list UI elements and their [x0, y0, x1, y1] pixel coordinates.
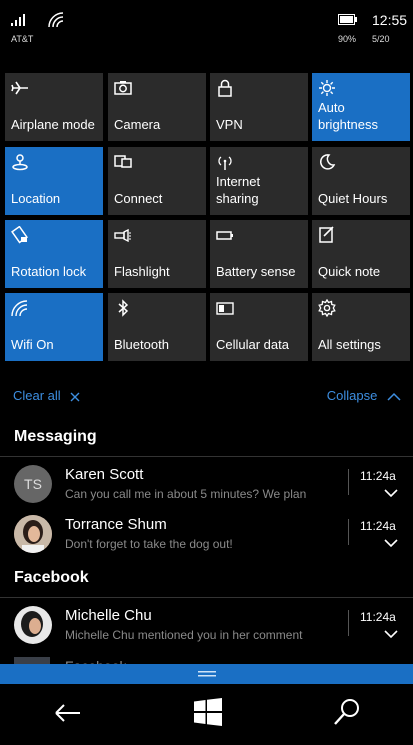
signal-icon: [11, 14, 25, 26]
notification-message: Don't forget to take the dog out!: [65, 537, 233, 551]
chevron-down-icon[interactable]: [384, 489, 398, 498]
tile-camera[interactable]: Camera: [108, 73, 206, 141]
gear-icon: [318, 299, 336, 317]
note-icon: [319, 226, 334, 243]
tile-airplane-mode[interactable]: Airplane mode: [5, 73, 103, 141]
notification-sender: Michelle Chu: [65, 607, 152, 624]
tile-label: Rotation lock: [11, 264, 87, 279]
battery-percent: 90%: [338, 34, 357, 44]
divider: [348, 519, 349, 545]
notification-sender: Torrance Shum: [65, 516, 167, 533]
tile-label: Bluetooth: [114, 337, 169, 352]
tile-label: Internet sharing: [216, 174, 261, 206]
tile-label: Flashlight: [114, 264, 170, 279]
tile-label: Quiet Hours: [318, 191, 388, 206]
close-icon: [70, 392, 80, 402]
notification-time: 11:24a: [360, 519, 396, 533]
grip-icon: [198, 671, 216, 677]
notification-item[interactable]: Torrance Shum Don't forget to take the d…: [0, 509, 413, 559]
bluetooth-icon: [118, 299, 129, 317]
tile-rotation-lock[interactable]: Rotation lock: [5, 220, 103, 288]
tile-battery-sense[interactable]: Battery sense: [210, 220, 308, 288]
avatar: TS: [14, 465, 52, 503]
tile-bluetooth[interactable]: Bluetooth: [108, 293, 206, 361]
action-center-drag-handle[interactable]: [0, 664, 413, 684]
collapse-button[interactable]: Collapse: [327, 388, 401, 403]
chevron-up-icon: [387, 393, 401, 401]
chevron-down-icon[interactable]: [384, 630, 398, 639]
search-icon[interactable]: [332, 697, 362, 727]
tile-label: Cellular data: [216, 337, 289, 352]
notification-message: Can you call me in about 5 minutes? We p…: [65, 487, 307, 501]
camera-icon: [114, 81, 132, 95]
windows-logo-icon[interactable]: [193, 697, 223, 727]
tile-label: Connect: [114, 191, 163, 206]
tile-label: All settings: [318, 337, 381, 352]
tile-label: Auto brightness: [318, 100, 378, 132]
sun-icon: [319, 80, 335, 96]
tile-connect[interactable]: Connect: [108, 147, 206, 215]
carrier-label: AT&T: [11, 34, 34, 44]
avatar: [14, 606, 52, 644]
divider: [0, 456, 413, 457]
group-title-messaging: Messaging: [14, 428, 97, 445]
connect-icon: [114, 155, 132, 168]
tile-location[interactable]: Location: [5, 147, 103, 215]
notification-time: 11:24a: [360, 610, 396, 624]
battery-icon: [216, 231, 233, 240]
notification-time: 11:24a: [360, 469, 396, 483]
tile-label: Location: [11, 191, 61, 206]
divider: [0, 597, 413, 598]
tile-wifi[interactable]: Wifi On: [5, 293, 103, 361]
notification-message: Michelle Chu mentioned you in her commen…: [65, 628, 303, 642]
tile-all-settings[interactable]: All settings: [312, 293, 410, 361]
tile-internet-sharing[interactable]: Internet sharing: [210, 147, 308, 215]
flashlight-icon: [114, 228, 131, 243]
moon-icon: [319, 154, 336, 170]
action-center-controls: Clear all Collapse: [0, 388, 413, 408]
tile-label: Airplane mode: [11, 117, 95, 132]
avatar-photo: [14, 515, 52, 553]
status-bar: AT&T 12:55 90% 5/20: [0, 0, 413, 60]
hotspot-icon: [218, 156, 232, 170]
battery-icon: [338, 14, 357, 25]
navigation-bar: [0, 684, 413, 745]
notification-item[interactable]: Michelle Chu Michelle Chu mentioned you …: [0, 600, 413, 650]
wifi-icon: [11, 300, 28, 317]
notification-sender: Karen Scott: [65, 466, 144, 483]
clear-all-button[interactable]: Clear all: [13, 388, 80, 403]
notification-item[interactable]: TS Karen Scott Can you call me in about …: [0, 459, 413, 509]
collapse-label: Collapse: [326, 388, 378, 403]
avatar: [14, 515, 52, 553]
tile-cellular-data[interactable]: Cellular data: [210, 293, 308, 361]
tile-flashlight[interactable]: Flashlight: [108, 220, 206, 288]
tile-label: VPN: [216, 117, 243, 132]
rotation-icon: [11, 226, 28, 244]
tile-label: Quick note: [318, 264, 381, 279]
group-title-facebook: Facebook: [14, 569, 89, 586]
tile-vpn[interactable]: VPN: [210, 73, 308, 141]
tile-label: Camera: [114, 117, 161, 132]
avatar-photo: [14, 606, 52, 644]
tile-label: Battery sense: [216, 264, 296, 279]
lock-icon: [218, 79, 232, 97]
location-icon: [12, 154, 28, 171]
chevron-down-icon[interactable]: [384, 539, 398, 548]
clock: 12:55: [372, 12, 408, 28]
back-arrow-icon[interactable]: [52, 697, 84, 729]
tile-auto-brightness[interactable]: Auto brightness: [312, 73, 410, 141]
tile-label: Wifi On: [11, 337, 54, 352]
airplane-icon: [11, 81, 28, 95]
cellular-icon: [216, 302, 234, 315]
date: 5/20: [372, 34, 390, 44]
divider: [348, 469, 349, 495]
tile-quiet-hours[interactable]: Quiet Hours: [312, 147, 410, 215]
tile-quick-note[interactable]: Quick note: [312, 220, 410, 288]
wifi-icon: [48, 12, 64, 28]
divider: [348, 610, 349, 636]
clear-all-label: Clear all: [13, 388, 61, 403]
